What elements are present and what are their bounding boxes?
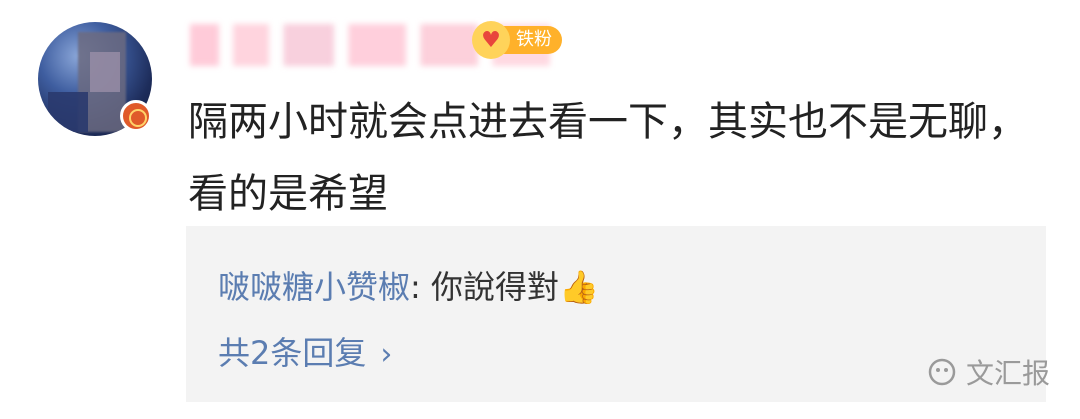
watermark-text: 文汇报 <box>966 357 1051 390</box>
reply-count-label: 共2条回复 <box>218 334 367 372</box>
avatar-mosaic <box>48 92 88 132</box>
reply-username[interactable]: 啵啵糖小赞椒 <box>218 268 410 306</box>
chevron-right-icon: › <box>380 337 393 372</box>
fan-badge[interactable]: ♥ 铁粉 <box>472 20 564 60</box>
vip-badge-icon <box>120 100 152 132</box>
watermark: 文汇报 <box>928 352 1050 392</box>
wechat-official-account-icon <box>928 358 956 386</box>
reply-separator: : <box>410 268 431 306</box>
view-replies-link[interactable]: 共2条回复 › <box>218 328 392 374</box>
avatar-mosaic <box>90 52 120 92</box>
reply-preview: 啵啵糖小赞椒: 你說得對👍 <box>218 262 599 308</box>
heart-icon: ♥ <box>472 21 510 59</box>
comment-text: 隔两小时就会点进去看一下，其实也不是无聊，看的是希望 <box>188 99 1028 217</box>
thumbs-up-icon: 👍 <box>558 268 599 306</box>
reply-box[interactable]: 啵啵糖小赞椒: 你說得對👍 共2条回复 › <box>186 226 1046 402</box>
reply-text: 你說得對 <box>430 268 559 306</box>
